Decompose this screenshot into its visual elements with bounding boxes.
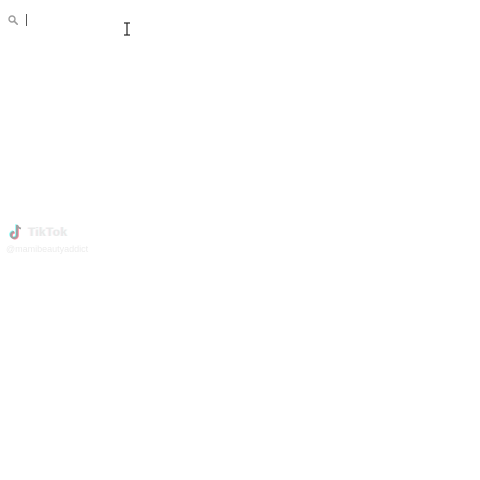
text-caret — [26, 14, 27, 26]
app-window: TikTok @mamibeautyaddict — [0, 0, 480, 480]
tiktok-logo-icon — [8, 223, 24, 241]
watermark-brand: TikTok — [28, 225, 68, 239]
tiktok-watermark: TikTok @mamibeautyaddict — [6, 222, 128, 258]
watermark-brand-row: TikTok — [8, 222, 128, 242]
search-icon — [6, 13, 20, 27]
watermark-handle: @mamibeautyaddict — [6, 244, 89, 254]
i-beam-cursor-icon — [122, 22, 132, 36]
search-glyph — [8, 15, 18, 25]
